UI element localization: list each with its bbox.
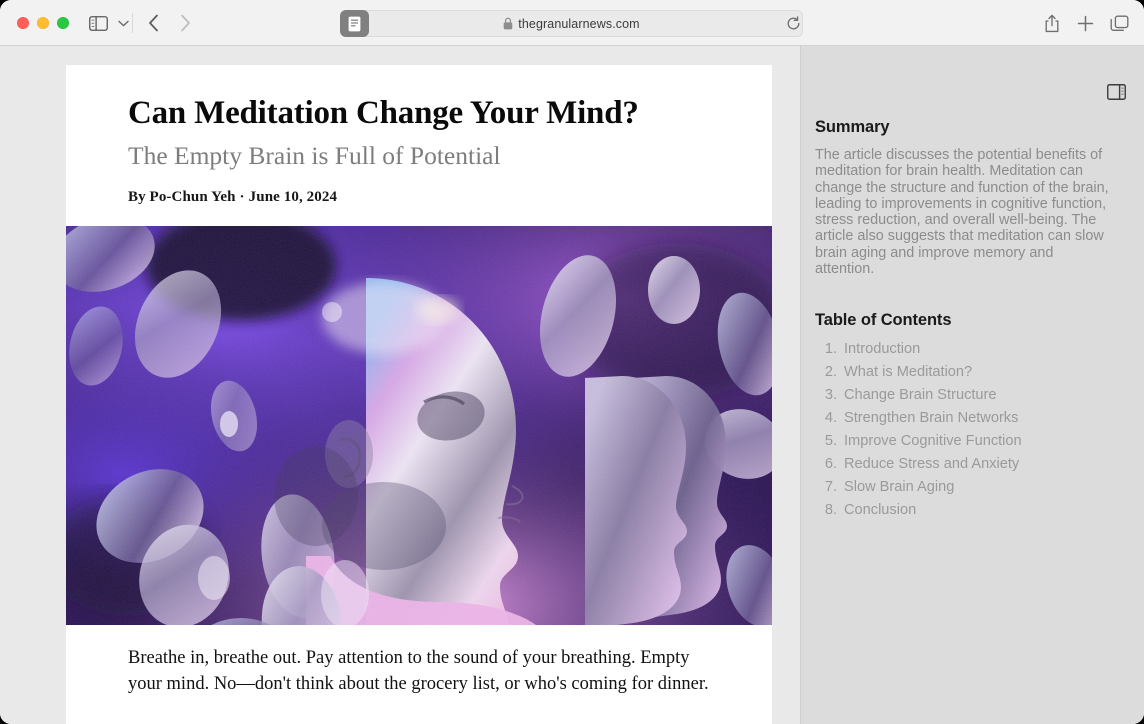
toc-item[interactable]: 7. Slow Brain Aging (815, 479, 1117, 502)
toc-item[interactable]: 1. Introduction (815, 341, 1117, 364)
sidebar-left-icon[interactable] (86, 12, 110, 34)
toc-item-number: 2. (824, 364, 837, 381)
content-area: Can Meditation Change Your Mind? The Emp… (0, 46, 1144, 724)
toc-item-number: 7. (824, 479, 837, 496)
toc-item-number: 4. (824, 410, 837, 427)
article-body: Breathe in, breathe out. Pay attention t… (66, 625, 772, 698)
toolbar-divider (132, 13, 133, 33)
toc-item-number: 5. (824, 433, 837, 450)
reader-page-area: Can Meditation Change Your Mind? The Emp… (0, 46, 800, 724)
plus-icon[interactable] (1074, 12, 1096, 34)
maximize-window-button[interactable] (57, 17, 69, 29)
toc-item[interactable]: 3. Change Brain Structure (815, 387, 1117, 410)
sidebar-content: Summary The article discusses the potent… (815, 118, 1117, 525)
toc-item-label: Reduce Stress and Anxiety (844, 456, 1020, 473)
toc-item-number: 6. (824, 456, 837, 473)
summary-heading: Summary (815, 118, 890, 136)
toc-item-label: Slow Brain Aging (844, 479, 955, 496)
page-title: Can Meditation Change Your Mind? (128, 95, 639, 131)
byline-date: June 10, 2024 (248, 188, 338, 205)
toc-heading: Table of Contents (815, 311, 952, 330)
article-card: Can Meditation Change Your Mind? The Emp… (66, 65, 772, 724)
browser-window: thegranularnews.com Can Meditation Chang… (0, 0, 1144, 724)
article-subtitle: The Empty Brain is Full of Potential (128, 140, 501, 170)
tab-overview-icon[interactable] (1107, 12, 1131, 34)
close-window-button[interactable] (17, 17, 29, 29)
article-byline: By Po-Chun Yeh · June 10, 2024 (128, 189, 710, 206)
toc-item-number: 3. (824, 387, 837, 404)
hero-image (66, 225, 772, 625)
sidebar-right-icon[interactable] (1106, 83, 1126, 101)
toc-item[interactable]: 4. Strengthen Brain Networks (815, 410, 1117, 433)
summary-text: The article discusses the potential bene… (815, 147, 1109, 277)
reader-mode-icon[interactable] (340, 10, 369, 37)
byline-author: By Po-Chun Yeh (128, 188, 236, 205)
reader-sidebar-panel: Summary The article discusses the potent… (800, 46, 1144, 724)
share-icon[interactable] (1041, 12, 1063, 34)
address-bar[interactable] (340, 10, 803, 37)
browser-toolbar: thegranularnews.com (0, 0, 1144, 46)
toc-item[interactable]: 6. Reduce Stress and Anxiety (815, 456, 1117, 479)
toc-item-label: Introduction (844, 341, 921, 358)
toc-item-label: Strengthen Brain Networks (844, 410, 1019, 427)
toc-item-label: Change Brain Structure (844, 387, 997, 404)
reload-icon[interactable] (784, 14, 802, 32)
toc-item-label: What is Meditation? (844, 364, 973, 381)
toc-item-label: Conclusion (844, 502, 917, 519)
toc-item[interactable]: 8. Conclusion (815, 502, 1117, 525)
forward-button[interactable] (173, 12, 197, 34)
minimize-window-button[interactable] (37, 17, 49, 29)
toc-item-number: 1. (824, 341, 837, 358)
article-header: Can Meditation Change Your Mind? The Emp… (66, 65, 772, 206)
toc-item[interactable]: 5. Improve Cognitive Function (815, 433, 1117, 456)
article-paragraph: Breathe in, breathe out. Pay attention t… (128, 647, 709, 694)
toc-item-number: 8. (824, 502, 837, 519)
chevron-down-icon[interactable] (114, 12, 132, 34)
back-button[interactable] (141, 12, 165, 34)
table-of-contents-list: 1. Introduction 2. What is Meditation? 3. Cha… (815, 341, 1117, 525)
toc-item-label: Improve Cognitive Function (844, 433, 1022, 450)
byline-separator: · (239, 188, 245, 205)
toc-item[interactable]: 2. What is Meditation? (815, 364, 1117, 387)
